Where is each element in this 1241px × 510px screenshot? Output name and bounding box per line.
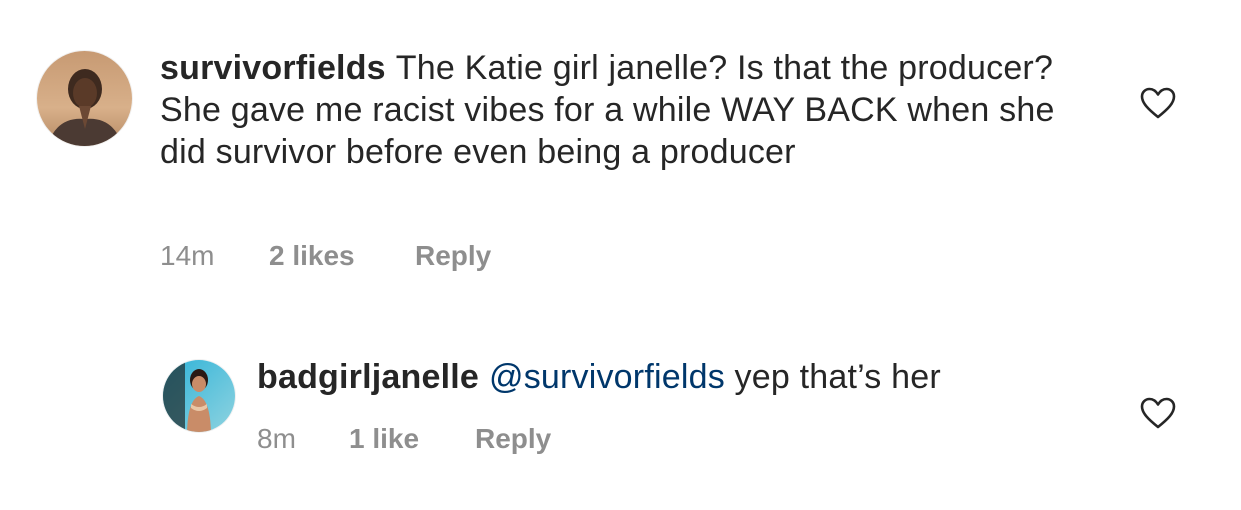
comment-username[interactable]: survivorfields	[160, 49, 386, 87]
heart-outline-icon[interactable]	[1139, 86, 1177, 120]
comment-time: 14m	[160, 240, 215, 271]
comment-username[interactable]: badgirljanelle	[257, 358, 479, 396]
comment-mention[interactable]: @survivorfields	[489, 358, 725, 396]
comment-meta: 8m 1 like Reply	[257, 423, 657, 457]
avatar-badgirljanelle[interactable]	[163, 360, 235, 432]
comment-text: badgirljanelle @survivorfields yep that’s…	[257, 356, 1137, 398]
comment-meta: 14m 2 likes Reply	[160, 240, 560, 274]
avatar-survivorfields[interactable]	[37, 51, 132, 146]
comment-text: survivorfields The Katie girl janelle? Is…	[160, 47, 1060, 173]
comment-likes[interactable]: 1 like	[349, 423, 419, 455]
comment-badgirljanelle: badgirljanelle @survivorfields yep that’s…	[0, 300, 1241, 510]
comment-survivorfields: survivorfields The Katie girl janelle? Is…	[0, 0, 1241, 300]
comment-likes[interactable]: 2 likes	[269, 240, 355, 272]
reply-button[interactable]: Reply	[415, 240, 491, 272]
heart-outline-icon[interactable]	[1139, 396, 1177, 430]
reply-button[interactable]: Reply	[475, 423, 551, 455]
comment-time: 8m	[257, 423, 296, 454]
comment-body: yep that’s her	[734, 358, 941, 396]
